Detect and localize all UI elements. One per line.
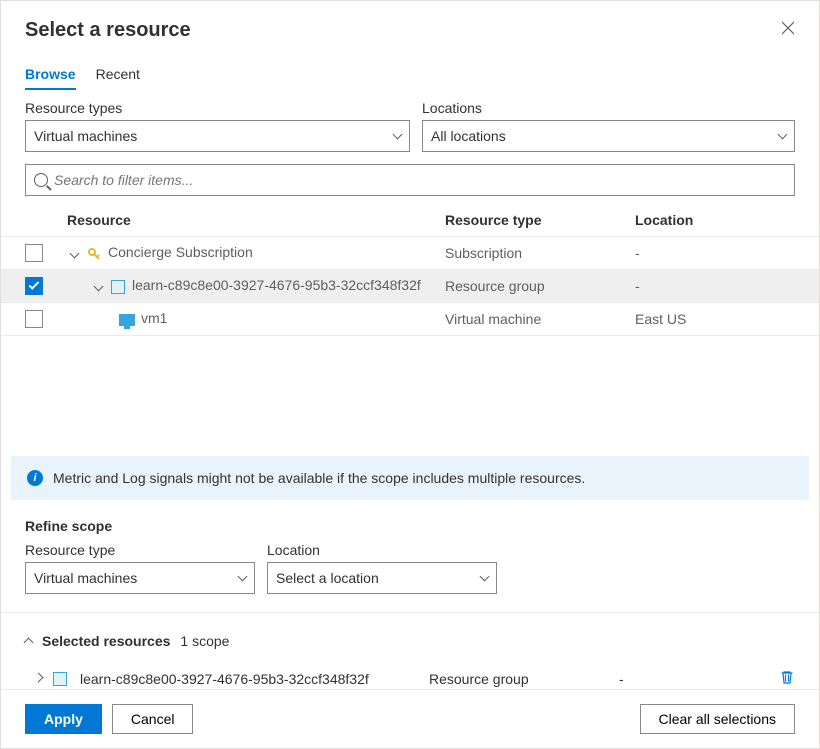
refine-location-select[interactable]: Select a location [267, 562, 497, 594]
selected-resources-count: 1 scope [180, 633, 229, 649]
resource-types-value: Virtual machines [34, 128, 137, 144]
cancel-button[interactable]: Cancel [112, 704, 194, 734]
row-checkbox[interactable] [25, 244, 43, 262]
row-resource-name: vm1 [141, 310, 167, 326]
row-resource-name: learn-c89c8e00-3927-4676-95b3-32ccf348f3… [132, 277, 421, 293]
table-header: Resource Resource type Location [1, 204, 819, 237]
selected-item-name: learn-c89c8e00-3927-4676-95b3-32ccf348f3… [80, 671, 369, 687]
locations-value: All locations [431, 128, 506, 144]
search-icon [34, 173, 48, 187]
chevron-right-icon[interactable] [34, 672, 44, 682]
refine-resource-type-label: Resource type [25, 542, 255, 558]
row-type: Resource group [445, 278, 635, 294]
chevron-down-icon [778, 130, 788, 140]
chevron-down-icon [393, 130, 403, 140]
apply-button[interactable]: Apply [25, 704, 102, 734]
row-checkbox[interactable] [25, 310, 43, 328]
row-type: Subscription [445, 245, 635, 261]
tab-recent[interactable]: Recent [96, 60, 140, 90]
tabs: Browse Recent [1, 52, 819, 90]
close-icon [781, 21, 795, 35]
expand-icon[interactable] [94, 282, 104, 292]
table-row[interactable]: Concierge Subscription Subscription- [1, 237, 819, 270]
info-message-text: Metric and Log signals might not be avai… [53, 470, 585, 486]
remove-selected-button[interactable] [779, 669, 795, 688]
row-resource-cell: Concierge Subscription [57, 244, 445, 261]
info-icon: i [27, 470, 43, 486]
trash-icon [779, 669, 795, 685]
selected-resources-heading: Selected resources [42, 633, 170, 649]
virtual-machine-icon [119, 312, 135, 328]
info-message-bar: i Metric and Log signals might not be av… [11, 456, 809, 500]
column-type: Resource type [445, 212, 635, 228]
locations-select[interactable]: All locations [422, 120, 795, 152]
refine-location-label: Location [267, 542, 497, 558]
search-input[interactable] [54, 172, 786, 188]
refine-location-value: Select a location [276, 570, 379, 586]
resource-types-label: Resource types [25, 100, 410, 116]
table-row[interactable]: learn-c89c8e00-3927-4676-95b3-32ccf348f3… [1, 270, 819, 303]
table-row[interactable]: vm1 Virtual machineEast US [1, 303, 819, 336]
row-location: - [635, 278, 795, 294]
selected-item-type: Resource group [429, 671, 619, 687]
refine-resource-type-select[interactable]: Virtual machines [25, 562, 255, 594]
column-location: Location [635, 212, 795, 228]
collapse-icon[interactable] [24, 638, 34, 648]
refine-scope-heading: Refine scope [25, 518, 795, 534]
row-checkbox[interactable] [25, 277, 43, 295]
row-resource-cell: learn-c89c8e00-3927-4676-95b3-32ccf348f3… [57, 277, 445, 294]
row-type: Virtual machine [445, 311, 635, 327]
chevron-down-icon [480, 572, 490, 582]
resource-group-icon [110, 279, 126, 295]
refine-resource-type-value: Virtual machines [34, 570, 137, 586]
column-resource: Resource [57, 212, 445, 228]
close-button[interactable] [781, 21, 795, 40]
key-icon [86, 246, 102, 262]
row-location: - [635, 245, 795, 261]
expand-icon[interactable] [70, 249, 80, 259]
resource-group-icon [52, 671, 68, 687]
row-location: East US [635, 311, 795, 327]
row-resource-cell: vm1 [57, 310, 445, 327]
dialog-title: Select a resource [25, 19, 191, 42]
search-container [25, 164, 795, 196]
locations-label: Locations [422, 100, 795, 116]
selected-item-location: - [619, 671, 779, 687]
clear-all-button[interactable]: Clear all selections [640, 704, 796, 734]
chevron-down-icon [238, 572, 248, 582]
resource-types-select[interactable]: Virtual machines [25, 120, 410, 152]
row-resource-name: Concierge Subscription [108, 244, 253, 260]
tab-browse[interactable]: Browse [25, 60, 76, 90]
